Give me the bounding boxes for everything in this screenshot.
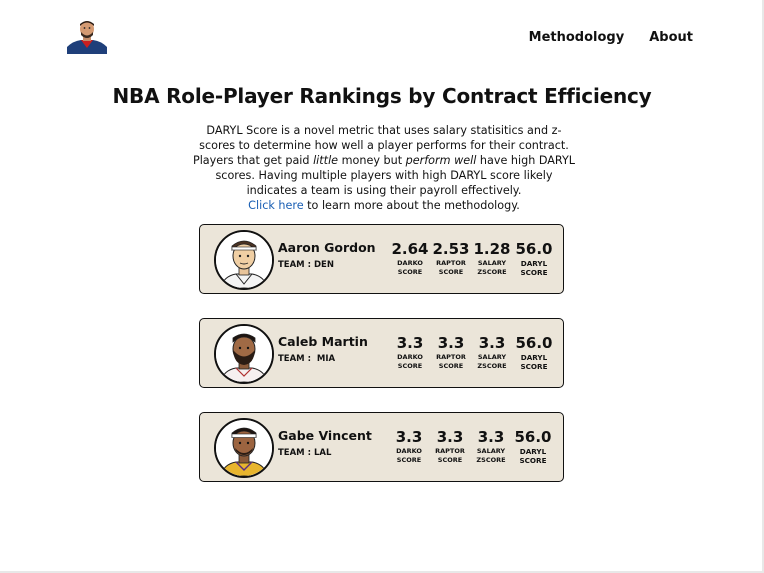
- player-name: Gabe Vincent: [278, 428, 372, 443]
- daryl-score-value: 56.0: [515, 334, 553, 352]
- top-nav: Methodology About: [529, 30, 693, 45]
- player-name: Caleb Martin: [278, 334, 368, 349]
- daryl-score-label: DARYL SCORE: [520, 259, 548, 277]
- daryl-score: 56.0 DARYL SCORE: [514, 239, 554, 277]
- methodology-link[interactable]: Click here: [248, 199, 303, 212]
- darko-score-value: 3.3: [395, 428, 423, 446]
- raptor-score-label: RAPTOR SCORE: [436, 353, 466, 370]
- raptor-score: 3.3 RAPTOR SCORE: [430, 427, 470, 465]
- player-portrait-icon: [214, 324, 274, 384]
- darko-score-label: DARKO SCORE: [397, 259, 423, 276]
- salary-zscore-label: SALARY ZSCORE: [477, 353, 507, 370]
- raptor-score-label: RAPTOR SCORE: [436, 259, 466, 276]
- daryl-score: 56.0 DARYL SCORE: [514, 333, 554, 371]
- darko-score: 3.3 DARKO SCORE: [389, 427, 429, 465]
- intro-emphasis: little: [313, 154, 339, 167]
- player-team: TEAM : MIA: [278, 354, 336, 364]
- player-portrait-icon: [214, 418, 274, 478]
- player-team: TEAM : DEN: [278, 260, 334, 270]
- salary-zscore: 3.3 SALARY ZSCORE: [471, 427, 511, 465]
- player-portrait-icon: [214, 230, 274, 290]
- player-name: Aaron Gordon: [278, 240, 376, 255]
- darko-score-value: 2.64: [391, 240, 429, 258]
- salary-zscore-value: 1.28: [473, 240, 511, 258]
- intro-emphasis: perform well: [405, 154, 477, 167]
- darko-score-label: DARKO SCORE: [397, 353, 423, 370]
- raptor-score-value: 2.53: [432, 240, 470, 258]
- intro-text: money but: [338, 154, 406, 167]
- salary-zscore-value: 3.3: [477, 428, 505, 446]
- raptor-score-label: RAPTOR SCORE: [435, 447, 465, 464]
- logo-avatar-icon[interactable]: [67, 18, 107, 54]
- player-card-gabe-vincent[interactable]: Gabe Vincent TEAM : LAL 3.3 DARKO SCORE …: [199, 412, 564, 482]
- daryl-score-label: DARYL SCORE: [520, 353, 548, 371]
- daryl-score: 56.0 DARYL SCORE: [513, 427, 553, 465]
- salary-zscore: 3.3 SALARY ZSCORE: [472, 333, 512, 371]
- player-team: TEAM : LAL: [278, 448, 332, 458]
- salary-zscore-label: SALARY ZSCORE: [476, 447, 506, 464]
- raptor-score-value: 3.3: [437, 334, 465, 352]
- darko-score-label: DARKO SCORE: [396, 447, 422, 464]
- intro-paragraph: DARYL Score is a novel metric that uses …: [192, 123, 576, 213]
- raptor-score: 3.3 RAPTOR SCORE: [431, 333, 471, 371]
- salary-zscore-label: SALARY ZSCORE: [477, 259, 507, 276]
- raptor-score: 2.53 RAPTOR SCORE: [431, 239, 471, 277]
- player-card-aaron-gordon[interactable]: Aaron Gordon TEAM : DEN 2.64 DARKO SCORE…: [199, 224, 564, 294]
- daryl-score-label: DARYL SCORE: [519, 447, 547, 465]
- nav-about-link[interactable]: About: [649, 30, 693, 45]
- salary-zscore-value: 3.3: [478, 334, 506, 352]
- player-card-caleb-martin[interactable]: Caleb Martin TEAM : MIA 3.3 DARKO SCORE …: [199, 318, 564, 388]
- intro-text: to learn more about the methodology.: [303, 199, 520, 212]
- page-title: NBA Role-Player Rankings by Contract Eff…: [112, 84, 652, 108]
- darko-score-value: 3.3: [396, 334, 424, 352]
- raptor-score-value: 3.3: [436, 428, 464, 446]
- nav-methodology-link[interactable]: Methodology: [529, 30, 625, 45]
- darko-score: 2.64 DARKO SCORE: [390, 239, 430, 277]
- daryl-score-value: 56.0: [515, 240, 553, 258]
- darko-score: 3.3 DARKO SCORE: [390, 333, 430, 371]
- salary-zscore: 1.28 SALARY ZSCORE: [472, 239, 512, 277]
- daryl-score-value: 56.0: [514, 428, 552, 446]
